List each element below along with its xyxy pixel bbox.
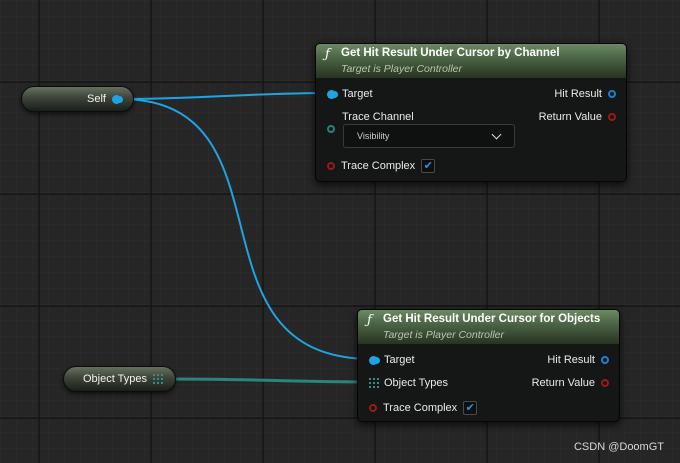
return-value-label: Return Value: [531, 377, 595, 389]
self-output-pin[interactable]: [112, 94, 121, 104]
function-icon: ƒ: [325, 47, 330, 62]
trace-channel-pin[interactable]: [327, 125, 335, 133]
return-value-pin[interactable]: [601, 379, 609, 387]
node-subtitle: Target is Player Controller: [383, 329, 504, 341]
hit-result-label: Hit Result: [547, 354, 595, 366]
target-pin[interactable]: [327, 89, 336, 99]
object-types-label: Object Types: [384, 377, 448, 389]
node-header: ƒ Get Hit Result Under Cursor for Object…: [358, 310, 619, 344]
trace-complex-label: Trace Complex: [383, 402, 458, 414]
return-value-pin-row[interactable]: Return Value: [539, 111, 616, 123]
trace-channel-dropdown[interactable]: Visibility: [343, 124, 515, 148]
trace-complex-checkbox[interactable]: ✔: [463, 401, 478, 415]
node-header: ƒ Get Hit Result Under Cursor by Channel…: [316, 44, 626, 78]
return-value-pin-row[interactable]: Return Value: [532, 377, 609, 389]
array-grid-icon[interactable]: [153, 374, 163, 384]
object-types-node-label: Object Types: [83, 373, 147, 385]
trace-complex-checkbox[interactable]: ✔: [421, 159, 436, 173]
hit-result-pin-row[interactable]: Hit Result: [547, 354, 609, 366]
hit-result-label: Hit Result: [554, 88, 602, 100]
trace-complex-pin[interactable]: [369, 404, 377, 412]
node-title: Get Hit Result Under Cursor by Channel: [341, 47, 560, 59]
object-types-pin-icon[interactable]: [369, 378, 379, 388]
return-value-label: Return Value: [538, 111, 602, 123]
trace-complex-row[interactable]: Trace Complex ✔: [327, 159, 436, 173]
node-subtitle: Target is Player Controller: [341, 63, 462, 75]
object-types-node[interactable]: Object Types: [63, 366, 176, 392]
function-icon: ƒ: [367, 313, 372, 328]
watermark: CSDN @DoomGT: [573, 441, 664, 453]
trace-channel-label: Trace Channel: [342, 111, 414, 123]
hit-result-pin-row[interactable]: Hit Result: [554, 88, 616, 100]
target-pin-row[interactable]: Target: [369, 354, 415, 366]
trace-channel-label-row: Trace Channel: [342, 111, 414, 123]
hit-result-pin[interactable]: [608, 90, 616, 98]
chevron-down-icon: [491, 129, 502, 140]
trace-complex-row[interactable]: Trace Complex ✔: [369, 401, 478, 415]
self-node-label: Self: [87, 93, 106, 105]
hit-result-for-objects-node[interactable]: ƒ Get Hit Result Under Cursor for Object…: [357, 309, 620, 422]
hit-result-by-channel-node[interactable]: ƒ Get Hit Result Under Cursor by Channel…: [315, 43, 627, 182]
object-types-pin-row[interactable]: Object Types: [369, 377, 448, 389]
target-label: Target: [384, 354, 415, 366]
trace-complex-label: Trace Complex: [341, 160, 416, 172]
self-node[interactable]: Self: [21, 86, 134, 112]
target-pin[interactable]: [369, 355, 378, 365]
return-value-pin[interactable]: [608, 113, 616, 121]
node-title: Get Hit Result Under Cursor for Objects: [383, 313, 601, 325]
hit-result-pin[interactable]: [601, 356, 609, 364]
trace-complex-pin[interactable]: [327, 162, 335, 170]
trace-channel-value: Visibility: [357, 131, 390, 141]
target-label: Target: [342, 88, 373, 100]
target-pin-row[interactable]: Target: [327, 88, 373, 100]
